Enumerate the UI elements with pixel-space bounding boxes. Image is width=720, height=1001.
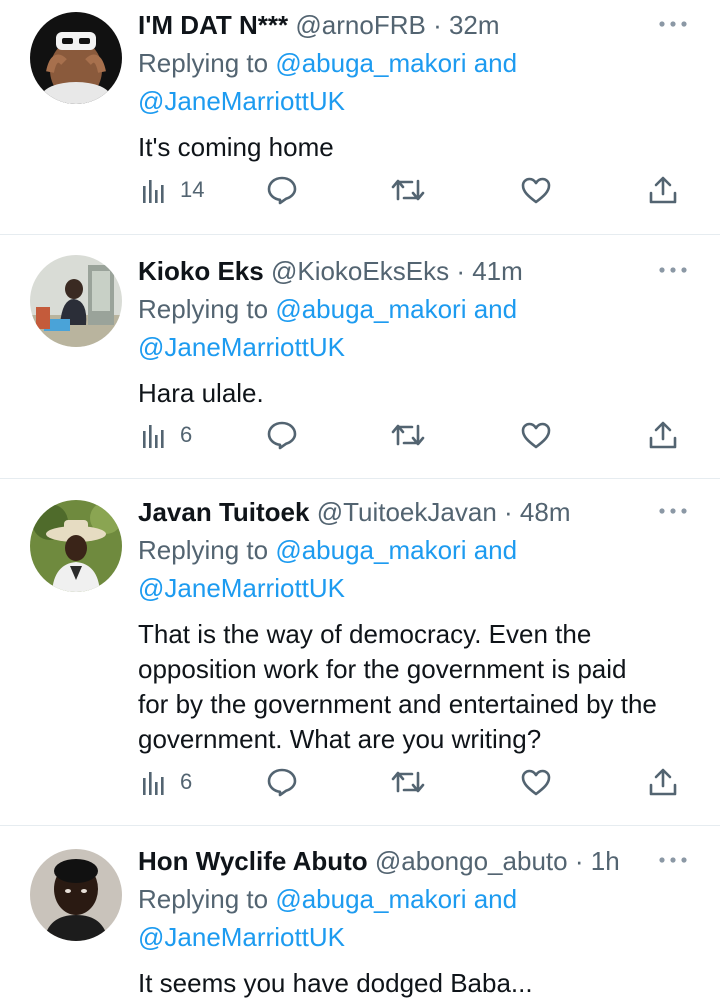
tweet-text: It's coming home	[138, 132, 334, 162]
views-count: 14	[180, 177, 205, 202]
like-button[interactable]	[520, 170, 552, 210]
share-button[interactable]	[648, 415, 678, 455]
tweet-text: It seems you have dodged Baba...	[138, 968, 533, 998]
tweet-text: That is the way of democracy. Even the o…	[138, 617, 690, 757]
and-link[interactable]: and	[474, 48, 517, 78]
more-icon[interactable]	[656, 260, 690, 280]
reply-button[interactable]	[266, 762, 298, 802]
display-name[interactable]: Javan Tuitoek	[138, 497, 309, 527]
like-icon	[521, 422, 551, 449]
replying-to-label: Replying to	[138, 884, 269, 914]
views-count: 6	[180, 422, 193, 447]
mention-link[interactable]: @JaneMarriottUK	[138, 573, 345, 603]
views-button[interactable]: 6	[142, 762, 192, 802]
timestamp[interactable]: 48m	[520, 497, 571, 527]
replying-to: Replying to @abuga_makori and	[138, 531, 690, 569]
mention-link[interactable]: @abuga_makori	[275, 48, 466, 78]
replying-to: Replying to @abuga_makori and	[138, 880, 690, 918]
mention-link[interactable]: @JaneMarriottUK	[138, 86, 345, 116]
tweet-header: I'M DAT N*** @arnoFRB · 32m	[138, 6, 690, 44]
retweet-icon	[391, 179, 425, 201]
tweet-text-line: That is the way of democracy. Even the	[138, 619, 592, 649]
retweet-icon	[391, 771, 425, 793]
share-icon	[649, 176, 677, 204]
share-icon	[649, 421, 677, 449]
views-icon	[143, 425, 164, 448]
display-name[interactable]: Kioko Eks	[138, 256, 264, 286]
views-button[interactable]: 14	[142, 170, 204, 210]
handle[interactable]: @KiokoEksEks	[271, 256, 449, 286]
replying-to-label: Replying to	[138, 294, 269, 324]
more-icon[interactable]	[656, 850, 690, 870]
mention-link[interactable]: @abuga_makori	[275, 884, 466, 914]
replying-to-label: Replying to	[138, 48, 269, 78]
replying-to: Replying to @abuga_makori and	[138, 290, 690, 328]
tweet-text-line: government. What are you writing?	[138, 724, 542, 754]
and-link[interactable]: and	[474, 294, 517, 324]
more-icon[interactable]	[656, 501, 690, 521]
like-icon	[521, 769, 551, 796]
tweet[interactable]: Kioko Eks @KiokoEksEks · 41m Replying to…	[0, 235, 720, 478]
reply-button[interactable]	[266, 415, 298, 455]
tweet-text-line: for by the government and entertained by…	[138, 689, 657, 719]
avatar[interactable]	[30, 12, 122, 104]
share-button[interactable]	[648, 170, 678, 210]
and-link[interactable]: and	[474, 884, 517, 914]
timestamp[interactable]: 32m	[449, 10, 500, 40]
views-icon	[143, 180, 164, 203]
tweet[interactable]: Javan Tuitoek @TuitoekJavan · 48m Replyi…	[0, 479, 720, 825]
mention-link[interactable]: @JaneMarriottUK	[138, 922, 345, 952]
like-button[interactable]	[520, 415, 552, 455]
display-name[interactable]: Hon Wyclife Abuto	[138, 846, 368, 876]
more-icon[interactable]	[656, 14, 690, 34]
replying-to-label: Replying to	[138, 535, 269, 565]
avatar[interactable]	[30, 500, 122, 592]
tweet-text-line: opposition work for the government is pa…	[138, 654, 627, 684]
share-icon	[649, 768, 677, 796]
tweet-text: Hara ulale.	[138, 378, 264, 408]
retweet-button[interactable]	[390, 170, 426, 210]
retweet-button[interactable]	[390, 415, 426, 455]
reply-icon	[267, 768, 297, 797]
tweet-header: Javan Tuitoek @TuitoekJavan · 48m	[138, 493, 690, 531]
like-button[interactable]	[520, 762, 552, 802]
avatar[interactable]	[30, 255, 122, 347]
separator: ·	[433, 10, 442, 40]
replying-to: Replying to @abuga_makori and	[138, 44, 690, 82]
display-name[interactable]: I'M DAT N***	[138, 10, 288, 40]
handle[interactable]: @abongo_abuto	[375, 846, 568, 876]
avatar[interactable]	[30, 849, 122, 941]
mention-link[interactable]: @JaneMarriottUK	[138, 332, 345, 362]
handle[interactable]: @arnoFRB	[295, 10, 425, 40]
views-button[interactable]: 6	[142, 415, 192, 455]
reply-icon	[267, 176, 297, 205]
and-link[interactable]: and	[474, 535, 517, 565]
tweet-header: Kioko Eks @KiokoEksEks · 41m	[138, 252, 690, 290]
handle[interactable]: @TuitoekJavan	[317, 497, 497, 527]
reply-button[interactable]	[266, 170, 298, 210]
share-button[interactable]	[648, 762, 678, 802]
like-icon	[521, 177, 551, 204]
mention-link[interactable]: @abuga_makori	[275, 294, 466, 324]
views-count: 6	[180, 769, 193, 794]
views-icon	[143, 772, 164, 795]
tweet[interactable]: Hon Wyclife Abuto @abongo_abuto · 1h Rep…	[0, 826, 720, 998]
retweet-icon	[391, 424, 425, 446]
timestamp[interactable]: 1h	[591, 846, 620, 876]
tweet[interactable]: I'M DAT N*** @arnoFRB · 32m Replying to …	[0, 0, 720, 234]
separator: ·	[504, 497, 513, 527]
separator: ·	[456, 256, 465, 286]
separator: ·	[574, 846, 584, 876]
tweet-header: Hon Wyclife Abuto @abongo_abuto · 1h	[138, 842, 690, 880]
timestamp[interactable]: 41m	[472, 256, 523, 286]
mention-link[interactable]: @abuga_makori	[275, 535, 466, 565]
retweet-button[interactable]	[390, 762, 426, 802]
reply-icon	[267, 421, 297, 450]
